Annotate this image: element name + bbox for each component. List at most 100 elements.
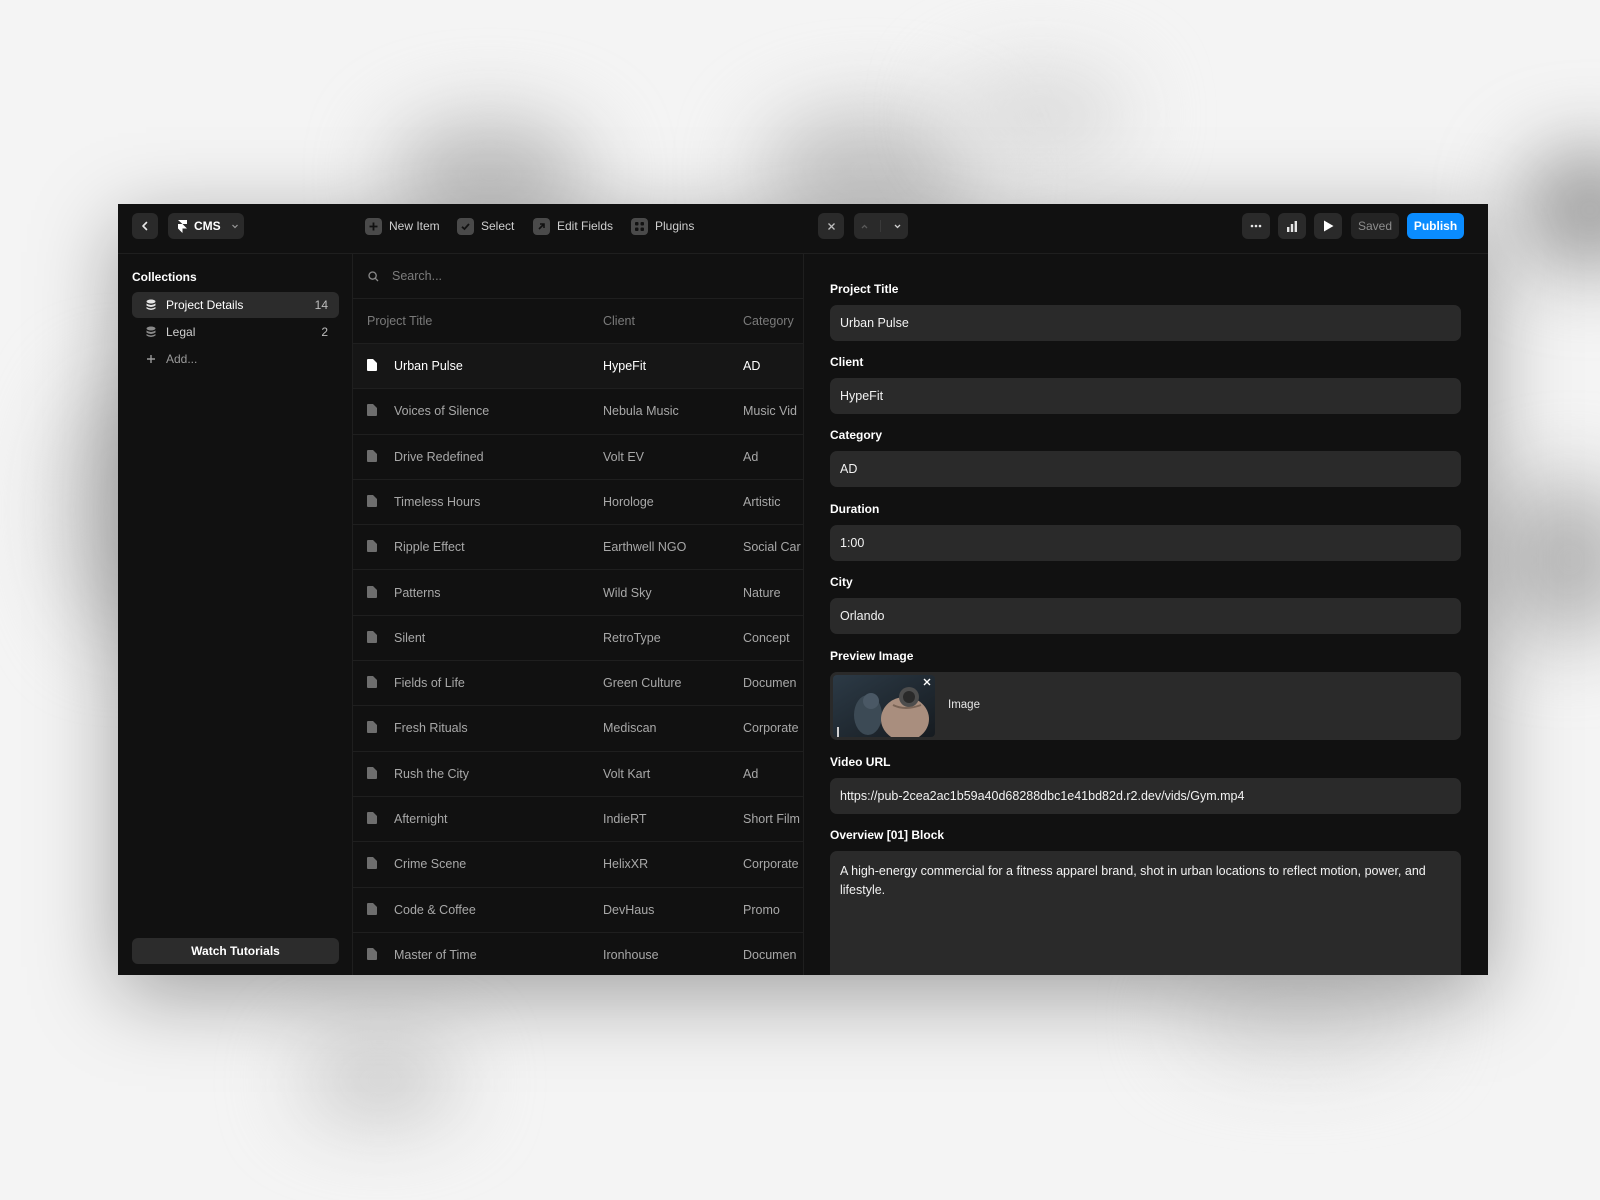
table-row[interactable]: Timeless Hours Horologe Artistic [353, 480, 803, 526]
select-button[interactable]: Select [457, 217, 514, 235]
column-header[interactable]: Client [603, 314, 635, 328]
preview-button[interactable] [1314, 213, 1342, 239]
category-field[interactable]: AD [830, 451, 1461, 487]
sidebar-item-count: 14 [314, 298, 328, 312]
table-row[interactable]: Urban Pulse HypeFit AD [353, 344, 803, 390]
row-client: Green Culture [603, 676, 682, 691]
preview-image-field[interactable]: Image [830, 672, 1461, 740]
more-options-button[interactable] [1242, 213, 1270, 239]
client-field[interactable]: HypeFit [830, 378, 1461, 414]
sidebar-item-project-details[interactable]: Project Details 14 [132, 292, 339, 318]
row-client: IndieRT [603, 812, 647, 826]
analytics-button[interactable] [1278, 213, 1306, 239]
table-row[interactable]: Voices of Silence Nebula Music Music Vid [353, 389, 803, 435]
field-label-client: Client [830, 355, 864, 369]
row-client: Ironhouse [603, 947, 659, 962]
row-category: Music Vid [743, 404, 797, 419]
close-button[interactable] [818, 213, 844, 239]
search-bar [353, 254, 803, 299]
field-label-duration: Duration [830, 502, 880, 516]
publish-button[interactable]: Publish [1407, 213, 1464, 239]
file-icon [367, 947, 377, 960]
row-category: AD [743, 359, 761, 373]
sidebar-item-label: Project Details [166, 298, 244, 312]
play-icon [1323, 220, 1333, 232]
file-icon [367, 404, 377, 417]
cms-menu-button[interactable]: CMS [168, 213, 244, 239]
file-icon [367, 630, 377, 643]
new-item-button[interactable]: New Item [365, 217, 440, 235]
row-title: Crime Scene [394, 857, 467, 872]
row-category: Corporate [743, 721, 799, 736]
item-navigation [854, 213, 908, 239]
row-client: Wild Sky [603, 585, 652, 600]
table-row[interactable]: Afternight IndieRT Short Film [353, 797, 803, 843]
row-title: Fresh Rituals [394, 721, 468, 736]
table-row[interactable]: Rush the City Volt Kart Ad [353, 752, 803, 797]
table-row[interactable]: Master of Time Ironhouse Documen [353, 933, 803, 975]
sidebar-item-legal[interactable]: Legal 2 [132, 319, 339, 345]
row-title: Urban Pulse [394, 359, 463, 373]
chevron-down-icon[interactable] [893, 222, 902, 231]
table-row[interactable]: Ripple Effect Earthwell NGO Social Car [353, 525, 803, 571]
search-input[interactable] [392, 269, 772, 283]
table-row[interactable]: Drive Redefined Volt EV Ad [353, 435, 803, 480]
cms-label: CMS [194, 219, 221, 233]
edit-fields-button[interactable]: Edit Fields [533, 217, 613, 235]
table-row[interactable]: Silent RetroType Concept [353, 616, 803, 662]
row-client: HelixXR [603, 857, 649, 872]
plugins-button[interactable]: Plugins [631, 217, 694, 235]
cms-window: CMS New Item Select Edit Fields Plugins … [118, 204, 1488, 975]
chevron-up-icon[interactable] [860, 222, 869, 231]
row-category: Nature [743, 585, 781, 600]
table-row[interactable]: Fields of Life Green Culture Documen [353, 661, 803, 707]
project-title-field[interactable]: Urban Pulse [830, 305, 1461, 341]
sidebar-item-label: Legal [166, 325, 196, 339]
row-title: Afternight [394, 812, 448, 826]
plugins-grid-icon [631, 217, 648, 235]
row-title: Master of Time [394, 947, 477, 962]
row-client: DevHaus [603, 902, 655, 917]
row-category: Concept [743, 630, 790, 645]
remove-image-icon[interactable] [923, 678, 931, 686]
select-label: Select [481, 219, 515, 233]
sidebar-item-count: 2 [321, 325, 328, 339]
duration-field[interactable]: 1:00 [830, 525, 1461, 561]
top-toolbar: CMS New Item Select Edit Fields Plugins [118, 204, 804, 254]
collections-sidebar: Collections Project Details 14 Legal 2 A… [118, 254, 353, 975]
row-title: Rush the City [394, 766, 470, 781]
file-icon [367, 449, 377, 462]
file-icon [367, 902, 377, 915]
table-row[interactable]: Code & Coffee DevHaus Promo [353, 888, 803, 933]
table-row[interactable]: Patterns Wild Sky Nature [353, 571, 803, 616]
database-icon [146, 326, 156, 337]
plus-square-icon [365, 217, 382, 235]
divider [880, 220, 882, 232]
back-button[interactable] [132, 213, 158, 239]
row-title: Drive Redefined [394, 449, 484, 464]
editor-toolbar: Saved Publish [804, 204, 1488, 254]
city-field[interactable]: Orlando [830, 598, 1461, 634]
column-header[interactable]: Project Title [367, 314, 432, 328]
video-url-field[interactable]: https://pub-2cea2ac1b59a40d68288dbc1e41b… [830, 778, 1461, 814]
row-category: Documen [743, 676, 797, 691]
row-client: Volt EV [603, 449, 644, 464]
overview-textarea[interactable]: A high-energy commercial for a fitness a… [830, 851, 1461, 975]
watch-tutorials-button[interactable]: Watch Tutorials [132, 938, 339, 964]
saved-status-button[interactable]: Saved [1351, 213, 1399, 239]
column-header[interactable]: Category [743, 314, 794, 328]
items-list: Project Title Client Category Urban Puls… [353, 254, 804, 975]
field-label-city: City [830, 575, 853, 589]
row-client: Nebula Music [603, 404, 679, 419]
file-icon [367, 721, 377, 734]
row-title: Code & Coffee [394, 902, 476, 917]
table-row[interactable]: Crime Scene HelixXR Corporate [353, 842, 803, 888]
add-collection-button[interactable]: Add... [132, 346, 339, 372]
preview-thumbnail[interactable] [833, 675, 935, 737]
file-icon [367, 359, 377, 371]
row-title: Ripple Effect [394, 540, 465, 555]
row-client: Mediscan [603, 721, 657, 736]
table-row[interactable]: Fresh Rituals Mediscan Corporate [353, 706, 803, 752]
file-icon [367, 676, 377, 689]
row-category: Corporate [743, 857, 799, 872]
